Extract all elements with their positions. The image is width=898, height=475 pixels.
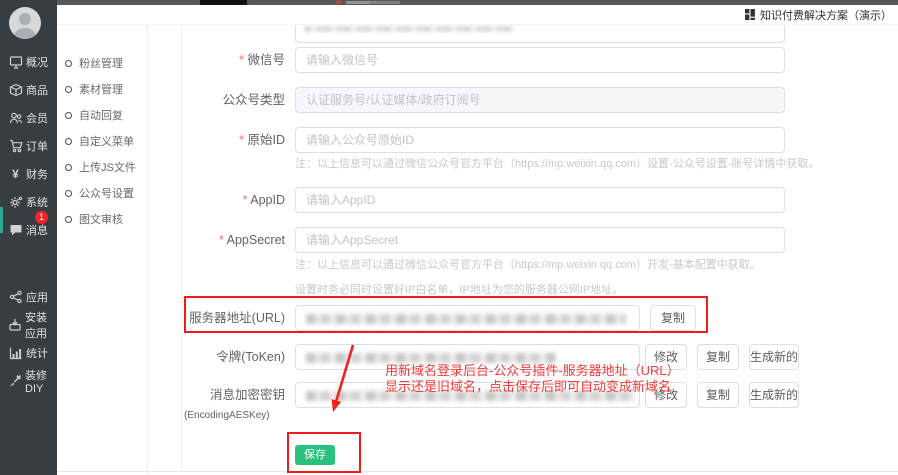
save-button[interactable]: 保存 — [295, 445, 335, 465]
field-label-account-type: 公众号类型 — [140, 87, 285, 113]
field-label-aeskey: 消息加密密钥 — [140, 382, 285, 408]
copy-url-button[interactable]: 复制 — [650, 305, 696, 331]
submenu-item-official-account-settings[interactable]: 公众号设置 — [65, 183, 148, 203]
field-label-server-url: 服务器地址(URL) — [140, 305, 285, 331]
sidebar-item-label: 订单 — [26, 138, 48, 154]
field-label-token: 令牌(ToKen) — [140, 344, 285, 370]
solution-grid-icon — [745, 9, 756, 20]
submenu-item-auto-reply[interactable]: 自动回复 — [65, 105, 148, 125]
sidebar-item-goods[interactable]: 商品 — [0, 78, 57, 102]
field-label-original-id: 原始ID — [140, 127, 285, 153]
edge-highlight — [0, 207, 3, 233]
sidebar-item-label: 概况 — [26, 54, 48, 70]
copy-token-button[interactable]: 复制 — [697, 344, 739, 370]
messages-badge: 1 — [35, 211, 48, 224]
goods-icon — [8, 83, 23, 97]
sidebar-item-label: 商品 — [26, 82, 48, 98]
field-label-wechat-id: 微信号 — [140, 47, 285, 73]
user-avatar-icon — [9, 7, 41, 39]
sidebar-item-members[interactable]: 会员 — [0, 106, 57, 130]
overview-icon — [8, 55, 23, 69]
server-url-value[interactable] — [295, 305, 640, 331]
sidebar: 概况 商品 会员 订单 ¥财务 系统 消息 — [0, 0, 57, 475]
residue-mark — [336, 1, 341, 4]
submenu-item-article-review[interactable]: 图文审核 — [65, 209, 148, 229]
circle-bullet-icon — [65, 60, 72, 67]
sidebar-item-apps[interactable]: 应用 — [0, 285, 57, 309]
circle-bullet-icon — [65, 138, 72, 145]
avatar[interactable] — [9, 7, 41, 39]
statistics-icon — [8, 346, 23, 360]
copy-aeskey-button[interactable]: 复制 — [697, 382, 739, 408]
sidebar-item-label: 装修DIY — [25, 367, 57, 395]
original-id-input[interactable] — [295, 127, 785, 153]
sidebar-item-label: 系统 — [26, 194, 48, 210]
field-label-aeskey-line2: (EncodingAESKey) — [184, 410, 270, 421]
submenu-item-upload-js-file[interactable]: 上传JS文件 — [65, 157, 148, 177]
masked-text — [306, 314, 626, 324]
generate-token-button[interactable]: 生成新的 — [749, 344, 799, 370]
orders-icon — [8, 139, 23, 153]
sidebar-item-system[interactable]: 系统 — [0, 190, 57, 214]
residue-mark — [346, 1, 372, 4]
circle-bullet-icon — [65, 164, 72, 171]
sidebar-item-label: 应用 — [26, 289, 48, 305]
messages-icon — [8, 223, 23, 237]
bottom-divider — [57, 471, 898, 472]
plugin-submenu: 粉丝管理 素材管理 自动回复 自定义菜单 上传JS文件 公众号设置 图文审核 — [57, 25, 148, 475]
sidebar-item-label: 安装应用 — [25, 309, 57, 341]
members-icon — [8, 111, 23, 125]
circle-bullet-icon — [65, 216, 72, 223]
sidebar-item-label: 会员 — [26, 110, 48, 126]
top-header: 知识付费解决方案（演示） — [57, 5, 898, 25]
masked-text — [304, 26, 514, 32]
app-window: 概况 商品 会员 订单 ¥财务 系统 消息 — [0, 0, 898, 475]
submenu-item-material-management[interactable]: 素材管理 — [65, 79, 148, 99]
window-residue-strip — [57, 0, 898, 5]
account-type-input — [295, 87, 785, 113]
residue-mark — [370, 1, 400, 4]
residue-block — [200, 0, 247, 5]
sidebar-item-label: 统计 — [26, 345, 48, 361]
sidebar-item-label: 消息 — [26, 222, 48, 238]
apps-icon — [8, 290, 23, 304]
generate-aeskey-button[interactable]: 生成新的 — [749, 382, 799, 408]
decorate-diy-icon — [8, 374, 22, 388]
sidebar-item-install-apps[interactable]: 安装应用 — [0, 313, 57, 337]
note-ip-whitelist: 设置时务必同时设置好IP白名单，IP地址为您的服务器公网IP地址。 — [295, 281, 623, 297]
submenu-item-custom-menu[interactable]: 自定义菜单 — [65, 131, 148, 151]
solution-title[interactable]: 知识付费解决方案（演示） — [760, 7, 892, 23]
circle-bullet-icon — [65, 112, 72, 119]
submenu-item-fans-management[interactable]: 粉丝管理 — [65, 53, 148, 73]
sidebar-item-statistics[interactable]: 统计 — [0, 341, 57, 365]
sidebar-item-overview[interactable]: 概况 — [0, 50, 57, 74]
appid-input[interactable] — [295, 187, 785, 213]
install-apps-icon — [8, 318, 22, 332]
circle-bullet-icon — [65, 190, 72, 197]
appsecret-input[interactable] — [295, 227, 785, 253]
sidebar-item-decorate-diy[interactable]: 装修DIY — [0, 369, 57, 393]
sidebar-item-messages[interactable]: 消息 — [0, 218, 57, 242]
field-label-appid: AppID — [140, 187, 285, 213]
circle-bullet-icon — [65, 86, 72, 93]
sidebar-item-label: 财务 — [26, 166, 48, 182]
field-label-appsecret: AppSecret — [140, 227, 285, 253]
note-dev-info: 注：以上信息可以通过微信公众号官方平台（https://mp.weixin.qq… — [295, 256, 761, 272]
wechat-id-input[interactable] — [295, 47, 785, 73]
annotation-line-2: 显示还是旧域名，点击保存后即可自动变成新域名 — [385, 376, 671, 395]
finance-icon: ¥ — [8, 167, 23, 181]
note-account-info: 注：以上信息可以通过微信公众号官方平台（https://mp.weixin.qq… — [295, 155, 819, 171]
system-icon — [8, 195, 23, 209]
sidebar-item-finance[interactable]: ¥财务 — [0, 162, 57, 186]
sidebar-item-orders[interactable]: 订单 — [0, 134, 57, 158]
